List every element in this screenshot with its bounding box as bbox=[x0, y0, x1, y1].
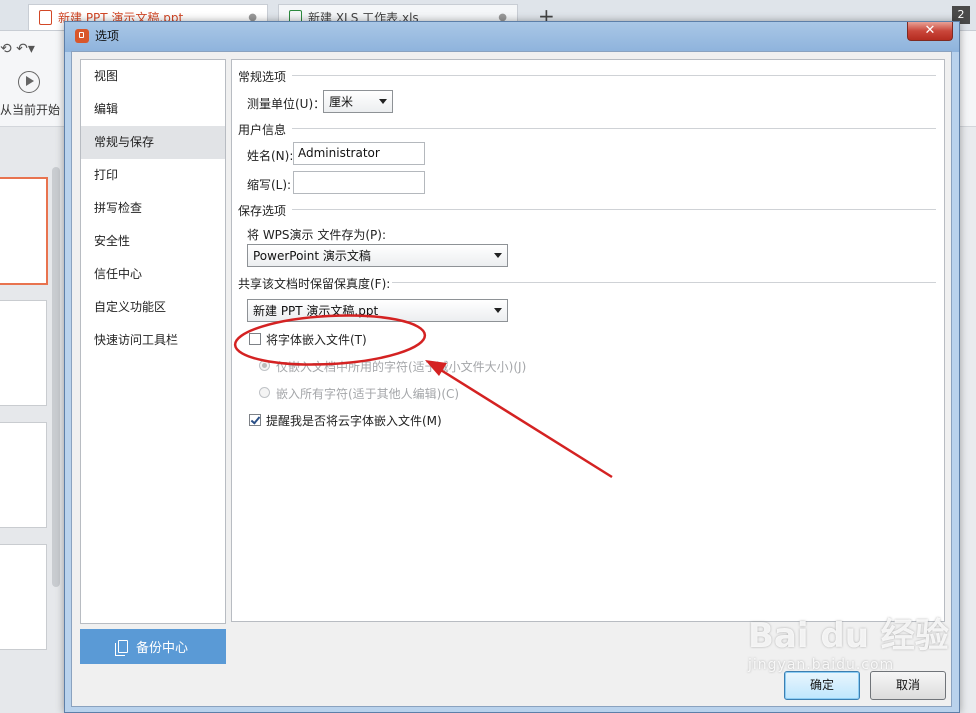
embed-fonts-checkbox[interactable] bbox=[249, 333, 261, 345]
nav-item-customize-ribbon[interactable]: 自定义功能区 bbox=[81, 291, 225, 324]
ok-button[interactable]: 确定 bbox=[784, 671, 860, 700]
section-title: 常规选项 bbox=[238, 70, 287, 84]
nav-item-spelling[interactable]: 拼写检查 bbox=[81, 192, 225, 225]
dialog-body: 视图 编辑 常规与保存 打印 拼写检查 安全性 信任中心 自定义功能区 快速访问… bbox=[71, 51, 952, 707]
nav-item-view[interactable]: 视图 bbox=[81, 60, 225, 93]
measurement-unit-value: 厘米 bbox=[329, 95, 354, 109]
slide-thumbnail[interactable] bbox=[0, 422, 47, 528]
divider bbox=[292, 128, 936, 129]
section-save-options: 保存选项 bbox=[238, 202, 286, 219]
play-from-current-icon[interactable] bbox=[18, 71, 40, 93]
ribbon-overflow bbox=[958, 67, 976, 157]
embed-all-characters-radio bbox=[259, 387, 270, 398]
backup-center-label: 备份中心 bbox=[135, 641, 188, 656]
backup-center-button[interactable]: 备份中心 bbox=[80, 629, 226, 664]
remind-cloud-fonts-checkbox[interactable] bbox=[249, 414, 261, 426]
save-as-format-value: PowerPoint 演示文稿 bbox=[253, 249, 371, 263]
initials-label: 缩写(L): bbox=[247, 178, 292, 192]
save-as-format-label: 将 WPS演示 文件存为(P): bbox=[247, 228, 386, 242]
nav-item-print[interactable]: 打印 bbox=[81, 159, 225, 192]
from-current-slide-button[interactable]: 从当前开始 bbox=[0, 101, 60, 118]
measurement-unit-label: 测量单位(U)： bbox=[247, 97, 326, 111]
slide-thumbnail[interactable] bbox=[0, 300, 47, 406]
nav-item-trust-center[interactable]: 信任中心 bbox=[81, 258, 225, 291]
close-icon: ✕ bbox=[924, 23, 936, 38]
divider bbox=[292, 209, 936, 210]
name-field[interactable]: Administrator bbox=[293, 142, 425, 165]
section-general-options: 常规选项 bbox=[238, 68, 286, 85]
divider bbox=[392, 282, 936, 283]
fidelity-document-value: 新建 PPT 演示文稿.ppt bbox=[253, 304, 379, 318]
divider bbox=[292, 75, 936, 76]
name-label: 姓名(N): bbox=[247, 149, 294, 163]
slide-thumbnail[interactable] bbox=[0, 544, 47, 650]
embed-used-characters-label: 仅嵌入文档中所用的字符(适于减小文件大小)(J) bbox=[276, 360, 527, 374]
remind-cloud-fonts-label[interactable]: 提醒我是否将云字体嵌入文件(M) bbox=[266, 412, 442, 429]
nav-item-quick-access-toolbar[interactable]: 快速访问工具栏 bbox=[81, 324, 225, 357]
undo-icon[interactable]: ⟲ ↶▾ bbox=[0, 41, 35, 57]
section-user-info: 用户信息 bbox=[238, 121, 286, 138]
section-title: 保存选项 bbox=[238, 204, 287, 218]
wps-presentation-icon bbox=[75, 28, 89, 43]
chevron-down-icon bbox=[379, 99, 387, 104]
save-as-format-select[interactable]: PowerPoint 演示文稿 bbox=[247, 244, 508, 267]
embed-all-characters-label: 嵌入所有字符(适于其他人编辑)(C) bbox=[276, 387, 460, 401]
embed-used-characters-radio bbox=[259, 360, 270, 371]
section-title: 用户信息 bbox=[238, 123, 287, 137]
nav-item-security[interactable]: 安全性 bbox=[81, 225, 225, 258]
section-share-fidelity: 共享该文档时保留保真度(F): bbox=[238, 275, 390, 292]
nav-item-general-save[interactable]: 常规与保存 bbox=[81, 126, 225, 159]
thumbnail-scrollbar[interactable] bbox=[52, 167, 60, 587]
general-save-panel: 常规选项 测量单位(U)： 厘米 用户信息 姓名(N): Administrat… bbox=[231, 59, 945, 622]
fidelity-document-select[interactable]: 新建 PPT 演示文稿.ppt bbox=[247, 299, 508, 322]
embed-fonts-label[interactable]: 将字体嵌入文件(T) bbox=[266, 331, 367, 348]
cancel-button[interactable]: 取消 bbox=[870, 671, 946, 700]
measurement-unit-select[interactable]: 厘米 bbox=[323, 90, 393, 113]
dialog-title: 选项 bbox=[95, 29, 120, 43]
close-button[interactable]: ✕ bbox=[907, 22, 953, 41]
dialog-title-bar: 选项 bbox=[75, 27, 119, 44]
slide-thumbnail[interactable] bbox=[0, 177, 48, 285]
ppt-file-icon bbox=[39, 10, 52, 25]
chevron-down-icon bbox=[494, 308, 502, 313]
options-dialog: 选项 ✕ 视图 编辑 常规与保存 打印 拼写检查 安全性 信任中心 自定义功能区… bbox=[64, 21, 960, 713]
section-title: 共享该文档时保留保真度(F): bbox=[238, 277, 391, 291]
options-category-list: 视图 编辑 常规与保存 打印 拼写检查 安全性 信任中心 自定义功能区 快速访问… bbox=[80, 59, 226, 624]
backup-icon bbox=[114, 640, 128, 656]
initials-field[interactable] bbox=[293, 171, 425, 194]
slide-thumbnail-panel bbox=[0, 127, 64, 713]
chevron-down-icon bbox=[494, 253, 502, 258]
nav-item-edit[interactable]: 编辑 bbox=[81, 93, 225, 126]
